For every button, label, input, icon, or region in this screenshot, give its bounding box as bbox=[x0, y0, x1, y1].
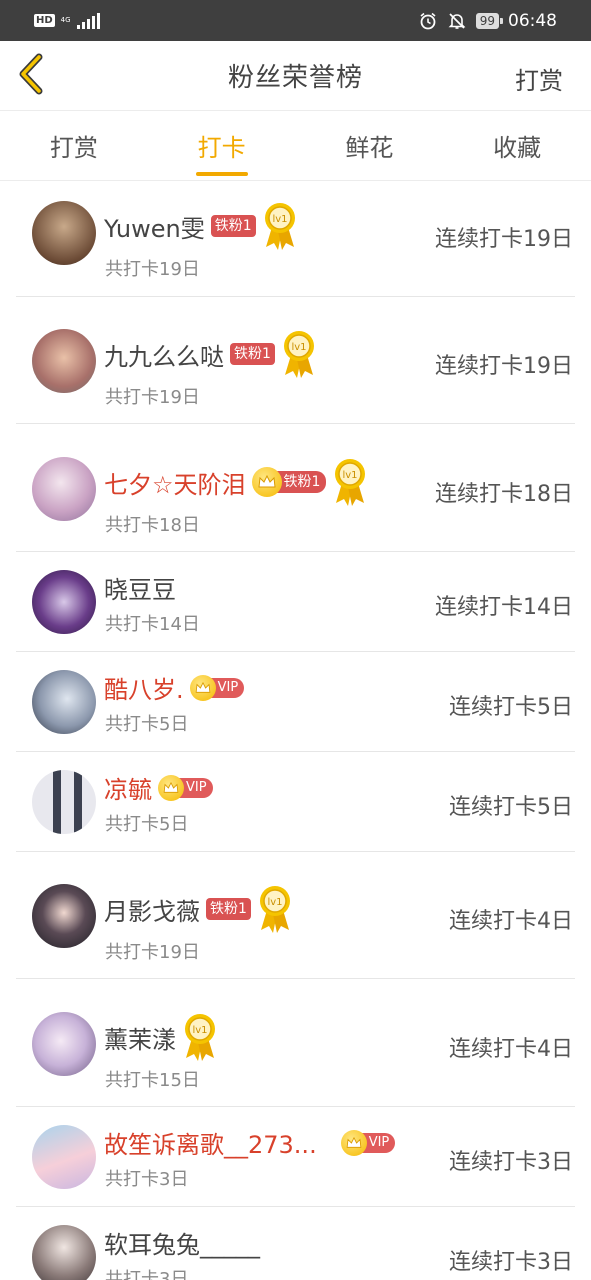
svg-text:lv1: lv1 bbox=[192, 1025, 207, 1036]
svg-text:lv1: lv1 bbox=[291, 342, 306, 353]
vip-badge: VIP bbox=[189, 674, 245, 701]
fan-badge: 铁粉1 bbox=[230, 343, 275, 365]
avatar[interactable] bbox=[32, 329, 96, 393]
list-item[interactable]: 故笙诉离歌__273... VIP 共打卡3日 连续打卡3日 bbox=[16, 1107, 575, 1207]
list-item[interactable]: 软耳兔兔_____ 共打卡3日 连续打卡3日 bbox=[16, 1207, 575, 1280]
tab-reward[interactable]: 打赏 bbox=[0, 111, 148, 180]
tab-checkin[interactable]: 打卡 bbox=[148, 111, 296, 180]
page-title: 粉丝荣誉榜 bbox=[227, 63, 363, 93]
fan-badge: 铁粉1 bbox=[206, 898, 251, 920]
network-type: 4G bbox=[60, 16, 71, 24]
crown-icon bbox=[340, 1129, 367, 1156]
user-name[interactable]: 九九么么哒 bbox=[104, 337, 224, 372]
crown-icon bbox=[251, 467, 282, 497]
list-item[interactable]: 七夕☆天阶泪 铁粉1 lv1 共打卡18日 连续打卡18日 bbox=[16, 424, 575, 552]
list-item[interactable]: 晓豆豆 共打卡14日 连续打卡14日 bbox=[16, 552, 575, 652]
avatar[interactable] bbox=[32, 1012, 96, 1076]
user-name[interactable]: 晓豆豆 bbox=[104, 570, 176, 605]
streak-checkin: 连续打卡19日 bbox=[435, 227, 573, 252]
clock: 06:48 bbox=[508, 10, 557, 31]
avatar[interactable] bbox=[32, 1125, 96, 1189]
medal-icon: lv1 bbox=[182, 1012, 218, 1062]
svg-text:lv1: lv1 bbox=[272, 214, 287, 225]
tab-flowers[interactable]: 鲜花 bbox=[296, 111, 444, 180]
total-checkin: 共打卡19日 bbox=[105, 942, 200, 963]
streak-checkin: 连续打卡19日 bbox=[435, 354, 573, 379]
back-button[interactable] bbox=[12, 53, 52, 99]
reward-button[interactable]: 打赏 bbox=[515, 61, 563, 96]
streak-checkin: 连续打卡3日 bbox=[449, 1150, 573, 1175]
streak-checkin: 连续打卡5日 bbox=[449, 695, 573, 720]
mute-bell-icon bbox=[447, 11, 467, 31]
total-checkin: 共打卡3日 bbox=[105, 1169, 189, 1190]
avatar[interactable] bbox=[32, 884, 96, 948]
streak-checkin: 连续打卡14日 bbox=[435, 595, 573, 620]
user-name[interactable]: 软耳兔兔_____ bbox=[104, 1225, 260, 1260]
chevron-left-icon bbox=[17, 53, 47, 99]
crown-icon bbox=[158, 774, 184, 801]
total-checkin: 共打卡3日 bbox=[105, 1269, 189, 1280]
list-item[interactable]: Yuwen雯 铁粉1 lv1 共打卡19日 连续打卡19日 bbox=[16, 181, 575, 297]
list-item[interactable]: 酷八岁. VIP 共打卡5日 连续打卡5日 bbox=[16, 652, 575, 752]
list-item[interactable]: 凉毓 VIP 共打卡5日 连续打卡5日 bbox=[16, 752, 575, 852]
user-name[interactable]: 故笙诉离歌__273... bbox=[104, 1125, 317, 1160]
total-checkin: 共打卡19日 bbox=[105, 259, 200, 280]
user-name[interactable]: 酷八岁. bbox=[104, 670, 184, 705]
avatar[interactable] bbox=[32, 570, 96, 634]
battery-indicator: 99 bbox=[475, 12, 504, 29]
user-name[interactable]: 月影戈薇 bbox=[104, 892, 200, 927]
streak-checkin: 连续打卡4日 bbox=[449, 1037, 573, 1062]
tab-favorites[interactable]: 收藏 bbox=[443, 111, 591, 180]
user-name[interactable]: 薰茉漾 bbox=[104, 1020, 176, 1055]
total-checkin: 共打卡18日 bbox=[105, 515, 200, 536]
avatar[interactable] bbox=[32, 457, 96, 521]
avatar[interactable] bbox=[32, 670, 96, 734]
medal-icon: lv1 bbox=[332, 457, 368, 507]
total-checkin: 共打卡14日 bbox=[105, 614, 200, 635]
signal-icon bbox=[76, 12, 100, 29]
user-name[interactable]: 七夕☆天阶泪 bbox=[104, 465, 246, 500]
crown-icon bbox=[189, 674, 216, 701]
alarm-icon bbox=[418, 11, 438, 31]
list-item[interactable]: 薰茉漾 lv1 共打卡15日 连续打卡4日 bbox=[16, 979, 575, 1107]
streak-checkin: 连续打卡3日 bbox=[449, 1250, 573, 1275]
total-checkin: 共打卡15日 bbox=[105, 1070, 200, 1091]
svg-text:lv1: lv1 bbox=[267, 897, 282, 908]
crown-fan-badge: 铁粉1 bbox=[251, 467, 327, 497]
user-name[interactable]: Yuwen雯 bbox=[104, 209, 205, 244]
fan-badge: 铁粉1 bbox=[210, 215, 256, 237]
user-name[interactable]: 凉毓 bbox=[104, 770, 152, 805]
avatar[interactable] bbox=[32, 1225, 96, 1280]
avatar[interactable] bbox=[32, 770, 96, 834]
streak-checkin: 连续打卡18日 bbox=[435, 482, 573, 507]
vip-badge: VIP bbox=[340, 1129, 396, 1156]
hd-indicator: HD bbox=[34, 14, 55, 27]
total-checkin: 共打卡5日 bbox=[105, 814, 189, 835]
medal-icon: lv1 bbox=[262, 201, 298, 251]
svg-text:lv1: lv1 bbox=[343, 470, 358, 481]
streak-checkin: 连续打卡5日 bbox=[449, 795, 573, 820]
list-item[interactable]: 九九么么哒 铁粉1 lv1 共打卡19日 连续打卡19日 bbox=[16, 297, 575, 424]
medal-icon: lv1 bbox=[257, 884, 293, 934]
total-checkin: 共打卡5日 bbox=[105, 714, 189, 735]
medal-icon: lv1 bbox=[281, 329, 317, 379]
ranking-list: Yuwen雯 铁粉1 lv1 共打卡19日 连续打卡19日 九九么么哒 铁粉1 … bbox=[0, 181, 591, 1280]
list-item[interactable]: 月影戈薇 铁粉1 lv1 共打卡19日 连续打卡4日 bbox=[16, 852, 575, 979]
tab-bar: 打赏 打卡 鲜花 收藏 bbox=[0, 111, 591, 181]
page-header: 粉丝荣誉榜 打赏 bbox=[0, 41, 591, 111]
avatar[interactable] bbox=[32, 201, 96, 265]
total-checkin: 共打卡19日 bbox=[105, 387, 200, 408]
vip-badge: VIP bbox=[158, 774, 213, 801]
status-bar: HD 4G 99 06:48 bbox=[0, 0, 591, 41]
streak-checkin: 连续打卡4日 bbox=[449, 909, 573, 934]
